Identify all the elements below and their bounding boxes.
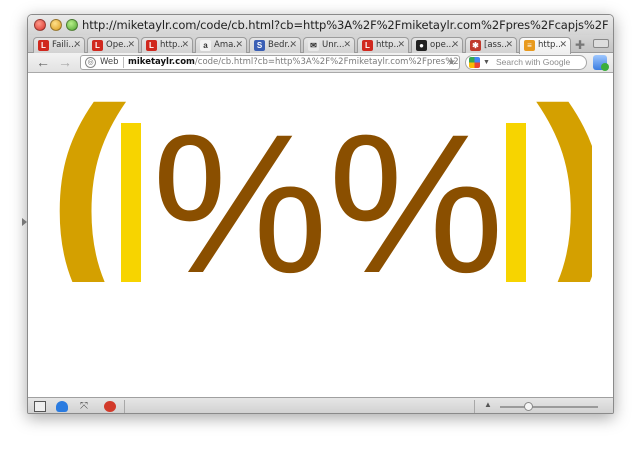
tab[interactable]: ≡ http... ✕ bbox=[519, 37, 571, 54]
toolbar: ← → ◎ Web miketaylr.com/code/cb.html?cb=… bbox=[28, 53, 613, 73]
tab-label: http... bbox=[376, 40, 400, 50]
ladybug-icon[interactable] bbox=[104, 401, 116, 412]
extension-badge-icon bbox=[601, 63, 609, 71]
url-path: /code/cb.html?cb=http%3A%2F%2Fmiketaylr.… bbox=[194, 57, 459, 67]
tab-label: Unr... bbox=[322, 40, 345, 50]
google-icon bbox=[469, 57, 480, 68]
tab-label: Faili... bbox=[52, 40, 76, 50]
zoom-up-icon[interactable]: ▲ bbox=[484, 400, 492, 409]
tab-label: Ope... bbox=[106, 40, 130, 50]
address-bar[interactable]: ◎ Web miketaylr.com/code/cb.html?cb=http… bbox=[80, 55, 460, 70]
amazon-icon: a bbox=[200, 40, 211, 51]
tab[interactable]: ● ope... ✕ bbox=[411, 37, 463, 53]
right-parenthesis: ) bbox=[536, 82, 592, 282]
search-input[interactable]: ▼ Search with Google bbox=[465, 55, 587, 70]
status-divider bbox=[474, 400, 475, 413]
bookmark-star-icon[interactable]: ★ bbox=[447, 56, 456, 69]
side-collapse-arrow-icon[interactable] bbox=[22, 218, 27, 226]
tab-close-icon[interactable]: ✕ bbox=[235, 39, 243, 50]
tab-close-icon[interactable]: ✕ bbox=[289, 39, 297, 50]
tab[interactable]: Lhttp... ✕ bbox=[141, 37, 193, 53]
tab-close-icon[interactable]: ✕ bbox=[127, 39, 135, 50]
url-host: miketaylr.com bbox=[128, 57, 195, 67]
url-text[interactable]: miketaylr.com/code/cb.html?cb=http%3A%2F… bbox=[128, 56, 459, 69]
emoticon-graphic: ( %% ) bbox=[52, 82, 592, 282]
tab-label: Ama... bbox=[214, 40, 238, 50]
red-bookmark-icon: L bbox=[362, 40, 373, 51]
right-bar bbox=[506, 123, 526, 282]
tab-label: http... bbox=[538, 40, 562, 50]
terminal-icon[interactable] bbox=[34, 401, 46, 412]
tab-label: [ass... bbox=[484, 40, 508, 50]
cloud-icon[interactable] bbox=[56, 401, 68, 412]
tab-close-icon[interactable]: ✕ bbox=[505, 39, 513, 50]
tab-label: Bedr... bbox=[268, 40, 292, 50]
status-divider bbox=[124, 400, 125, 413]
tab[interactable]: L Ope... ✕ bbox=[87, 37, 139, 53]
cheeseburger-icon: ≡ bbox=[524, 40, 535, 51]
tab[interactable]: Lhttp... ✕ bbox=[357, 37, 409, 53]
window-title: http://miketaylr.com/code/cb.html?cb=htt… bbox=[82, 18, 609, 32]
tab-label: http... bbox=[160, 40, 184, 50]
search-engine-dropdown-icon[interactable]: ▼ bbox=[483, 56, 490, 69]
tab-close-icon[interactable]: ✕ bbox=[451, 39, 459, 50]
red-bookmark-icon: L bbox=[146, 40, 157, 51]
left-parenthesis: ( bbox=[52, 82, 127, 282]
network-icon[interactable]: ⤧ bbox=[80, 401, 92, 412]
tab-overview-icon[interactable] bbox=[593, 39, 609, 48]
zoom-slider-thumb[interactable] bbox=[524, 402, 533, 411]
back-button[interactable]: ← bbox=[36, 54, 50, 70]
github-icon: ● bbox=[416, 40, 427, 51]
tab[interactable]: L Faili... ✕ bbox=[33, 37, 85, 53]
tab[interactable]: ✱ [ass... ✕ bbox=[465, 37, 517, 53]
tab-close-icon[interactable]: ✕ bbox=[343, 39, 351, 50]
tab-close-icon[interactable]: ✕ bbox=[181, 39, 189, 50]
tab[interactable]: aAma...✕ bbox=[195, 37, 247, 53]
page-content: ( %% ) bbox=[28, 74, 613, 397]
tab-close-icon[interactable]: ✕ bbox=[73, 39, 81, 50]
status-bar: ⤧ ▲ bbox=[28, 397, 613, 413]
left-bar bbox=[121, 123, 141, 282]
red-bookmark-icon: L bbox=[92, 40, 103, 51]
percent-signs: %% bbox=[152, 93, 504, 282]
new-tab-button[interactable]: ✚ bbox=[575, 38, 585, 52]
minimize-window-button[interactable] bbox=[50, 19, 62, 31]
red-bookmark-icon: L bbox=[38, 40, 49, 51]
forward-button[interactable]: → bbox=[58, 54, 72, 70]
search-placeholder: Search with Google bbox=[496, 57, 571, 67]
s-logo-icon: S bbox=[254, 40, 265, 51]
tab-close-icon[interactable]: ✕ bbox=[559, 39, 567, 50]
tab[interactable]: ✉ Unr... ✕ bbox=[303, 37, 355, 53]
bug-icon: ✱ bbox=[470, 40, 481, 51]
browser-window: http://miketaylr.com/code/cb.html?cb=htt… bbox=[27, 14, 614, 414]
mail-icon: ✉ bbox=[308, 40, 319, 51]
address-divider bbox=[123, 57, 124, 68]
tab-strip: ✚ LFaili...✕LOpe...✕Lhttp...✕aAma...✕SBe… bbox=[28, 35, 613, 54]
web-globe-icon: ◎ bbox=[85, 57, 96, 68]
close-window-button[interactable] bbox=[34, 19, 46, 31]
web-chip-label: Web bbox=[100, 57, 119, 67]
tab[interactable]: SBedr...✕ bbox=[249, 37, 301, 53]
tab-close-icon[interactable]: ✕ bbox=[397, 39, 405, 50]
title-bar[interactable]: http://miketaylr.com/code/cb.html?cb=htt… bbox=[28, 15, 613, 35]
tab-label: ope... bbox=[430, 40, 454, 50]
zoom-slider-track[interactable] bbox=[500, 406, 598, 408]
zoom-window-button[interactable] bbox=[66, 19, 78, 31]
